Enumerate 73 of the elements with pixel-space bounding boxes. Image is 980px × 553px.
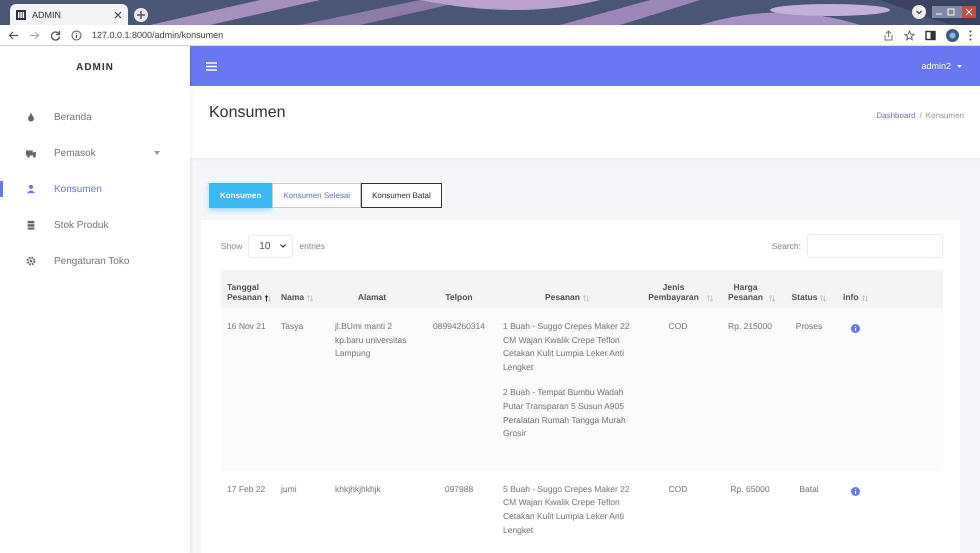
star-icon[interactable] bbox=[904, 30, 915, 40]
plus-icon[interactable] bbox=[134, 8, 148, 22]
table-cell-text: khkjhkjhkhjk bbox=[334, 482, 382, 496]
side-panel-icon[interactable] bbox=[925, 30, 936, 40]
table-cell-text: 097988 bbox=[444, 482, 474, 496]
sidebar-label: Pengaturan Toko bbox=[54, 256, 130, 266]
forward-arrow-icon[interactable] bbox=[29, 30, 40, 40]
column-header[interactable]: Alamat bbox=[358, 292, 386, 302]
table-cell: Tasya bbox=[275, 308, 323, 471]
table-cell-text: jumi bbox=[280, 482, 298, 496]
more-icon[interactable] bbox=[969, 30, 972, 40]
column-header[interactable]: Nama bbox=[281, 292, 304, 302]
caret-icon[interactable] bbox=[957, 64, 962, 68]
sidebar-item[interactable]: Pemasok bbox=[0, 135, 190, 171]
search-label: Search: bbox=[772, 241, 801, 251]
sidebar-item[interactable]: Stok Produk bbox=[0, 207, 190, 243]
share-icon[interactable] bbox=[883, 30, 894, 40]
tab[interactable]: Konsumen Selesai bbox=[272, 183, 362, 208]
breadcrumb-current: Konsumen bbox=[926, 110, 964, 120]
menu-icon[interactable] bbox=[206, 62, 217, 70]
breadcrumb-separator: / bbox=[920, 110, 922, 120]
address-bar[interactable]: 127.0.0.1:8000/admin/konsumen bbox=[92, 30, 873, 40]
browser-tab[interactable]: ADMIN bbox=[10, 4, 128, 25]
tab-title: ADMIN bbox=[32, 10, 61, 20]
table-cell: 08994260314 bbox=[421, 308, 497, 471]
order-item: 2 Buah - Tempat Bumbu Wadah Putar Transparan 5 Susun A905 Peralatan Rumah Tangga Murah Grosir bbox=[503, 386, 627, 440]
column-header[interactable]: Telpon bbox=[445, 292, 473, 302]
sidebar-item[interactable]: Beranda bbox=[0, 99, 190, 135]
order-item: 5 Buah - Suggo Crepes Maker 22 CM Wajan Kwalik Crepe Teflon Cetakan Kulit Lumpia Leker Anti Lengket bbox=[503, 482, 631, 537]
table-cell-text: Rp. 65000 bbox=[729, 482, 771, 496]
info-icon[interactable] bbox=[851, 324, 860, 333]
user-icon bbox=[26, 184, 36, 194]
table-cell-text: 17 Feb 22 bbox=[226, 482, 266, 496]
sidebar-item[interactable]: Konsumen bbox=[0, 171, 190, 207]
sidebar-label: Stok Produk bbox=[54, 220, 108, 230]
order-item: 1 Buah - Suggo Crepes Maker 22 CM Wajan Kwalik Crepe Teflon Cetakan Kulit Lumpia Leker Anti Lengket bbox=[503, 320, 631, 374]
table-cell: Proses bbox=[781, 308, 837, 471]
sidebar-label: Konsumen bbox=[54, 184, 102, 194]
table-cell-text: COD bbox=[668, 482, 688, 496]
chevron-down-icon[interactable] bbox=[912, 5, 926, 19]
column-header[interactable]: Status bbox=[792, 292, 818, 302]
tab[interactable]: Konsumen Batal bbox=[361, 183, 442, 208]
info-icon[interactable] bbox=[851, 486, 860, 496]
breadcrumb-link[interactable]: Dashboard bbox=[876, 110, 916, 120]
database-icon bbox=[26, 220, 36, 230]
page-title: Konsumen bbox=[209, 104, 286, 122]
avatar-icon[interactable] bbox=[946, 28, 959, 42]
sidebar-item[interactable]: Pengaturan Toko bbox=[0, 243, 190, 279]
sidebar-brand: ADMIN bbox=[75, 61, 115, 75]
show-label: Show bbox=[221, 241, 242, 251]
table-cell: jl.BUmi manti 2 kp.baru universitas Lampung bbox=[323, 308, 421, 471]
table-cell: COD bbox=[637, 308, 719, 471]
truck-icon bbox=[26, 148, 36, 158]
column-header[interactable]: Pesanan bbox=[545, 292, 580, 302]
close-icon[interactable] bbox=[114, 10, 122, 18]
sidebar-label: Pemasok bbox=[54, 148, 96, 158]
window-controls-icon[interactable] bbox=[932, 6, 976, 18]
search-field[interactable] bbox=[807, 234, 943, 258]
table-cell: Rp. 215000 bbox=[719, 308, 781, 471]
gear-icon bbox=[26, 256, 36, 266]
sidebar-label: Beranda bbox=[54, 112, 92, 122]
chevron-down-icon bbox=[280, 244, 286, 248]
table-cell-text: Batal bbox=[798, 482, 820, 496]
info-icon[interactable] bbox=[71, 30, 82, 40]
entries-label: entries bbox=[299, 241, 325, 251]
grid-icon bbox=[16, 10, 26, 20]
table-cell: 16 Nov 21 bbox=[221, 308, 275, 471]
column-header[interactable]: info bbox=[843, 292, 859, 302]
user-menu[interactable]: admin2 bbox=[921, 61, 951, 71]
page-size-select[interactable]: 10 bbox=[248, 234, 294, 258]
sort-icon[interactable] bbox=[264, 295, 271, 302]
back-arrow-icon[interactable] bbox=[8, 30, 19, 40]
reload-icon[interactable] bbox=[50, 30, 61, 40]
